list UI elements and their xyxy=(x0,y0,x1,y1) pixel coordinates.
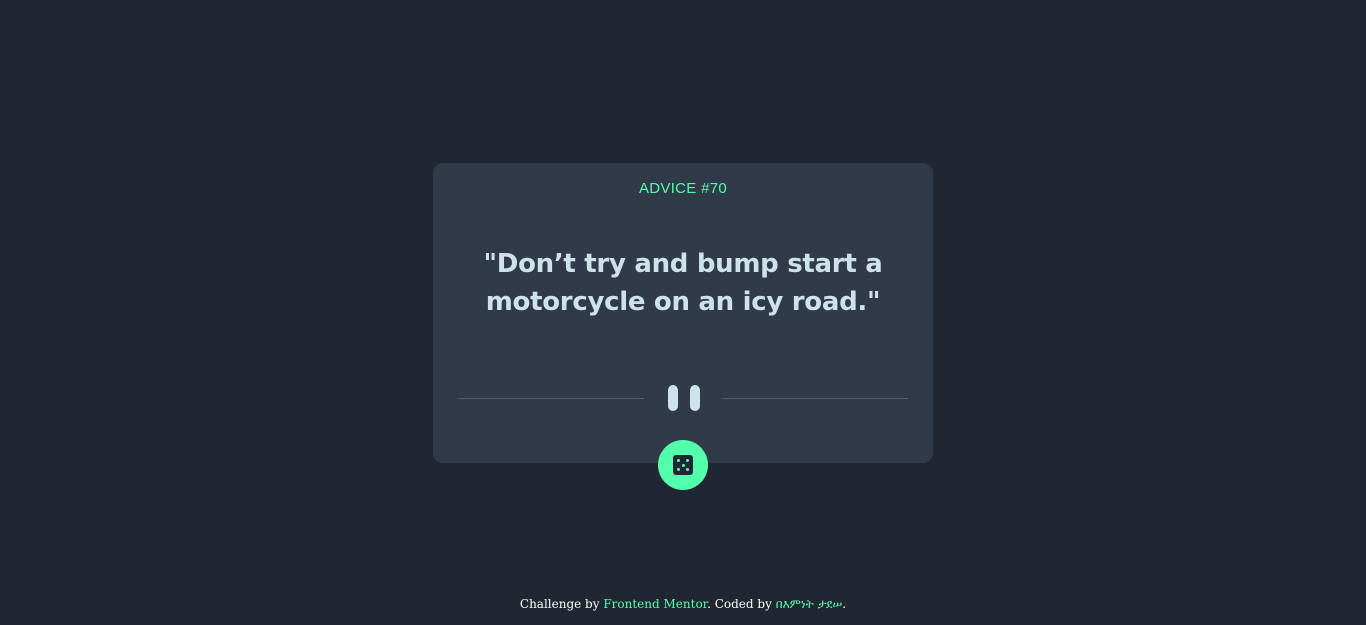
attribution-prefix: Challenge by xyxy=(519,597,604,611)
author-link[interactable]: በእምነት ታደሠ xyxy=(776,597,843,611)
new-advice-button[interactable] xyxy=(658,440,708,490)
divider-line-right xyxy=(722,398,908,399)
attribution-middle: . Coded by xyxy=(707,597,776,611)
frontend-mentor-link[interactable]: Frontend Mentor xyxy=(603,597,707,611)
attribution: Challenge by Frontend Mentor. Coded by በ… xyxy=(0,597,1366,612)
advice-card: ADVICE #70 "Don’t try and bump start a m… xyxy=(433,163,933,463)
divider-line-left xyxy=(458,398,644,399)
pause-bar-left xyxy=(668,385,678,411)
pattern-divider xyxy=(458,385,908,413)
advice-quote: "Don’t try and bump start a motorcycle o… xyxy=(483,249,883,317)
dice-icon xyxy=(673,455,693,475)
advice-number: ADVICE #70 xyxy=(638,180,728,197)
attribution-suffix: . xyxy=(842,597,847,611)
pause-bar-right xyxy=(690,385,700,411)
pause-icon xyxy=(668,385,700,411)
